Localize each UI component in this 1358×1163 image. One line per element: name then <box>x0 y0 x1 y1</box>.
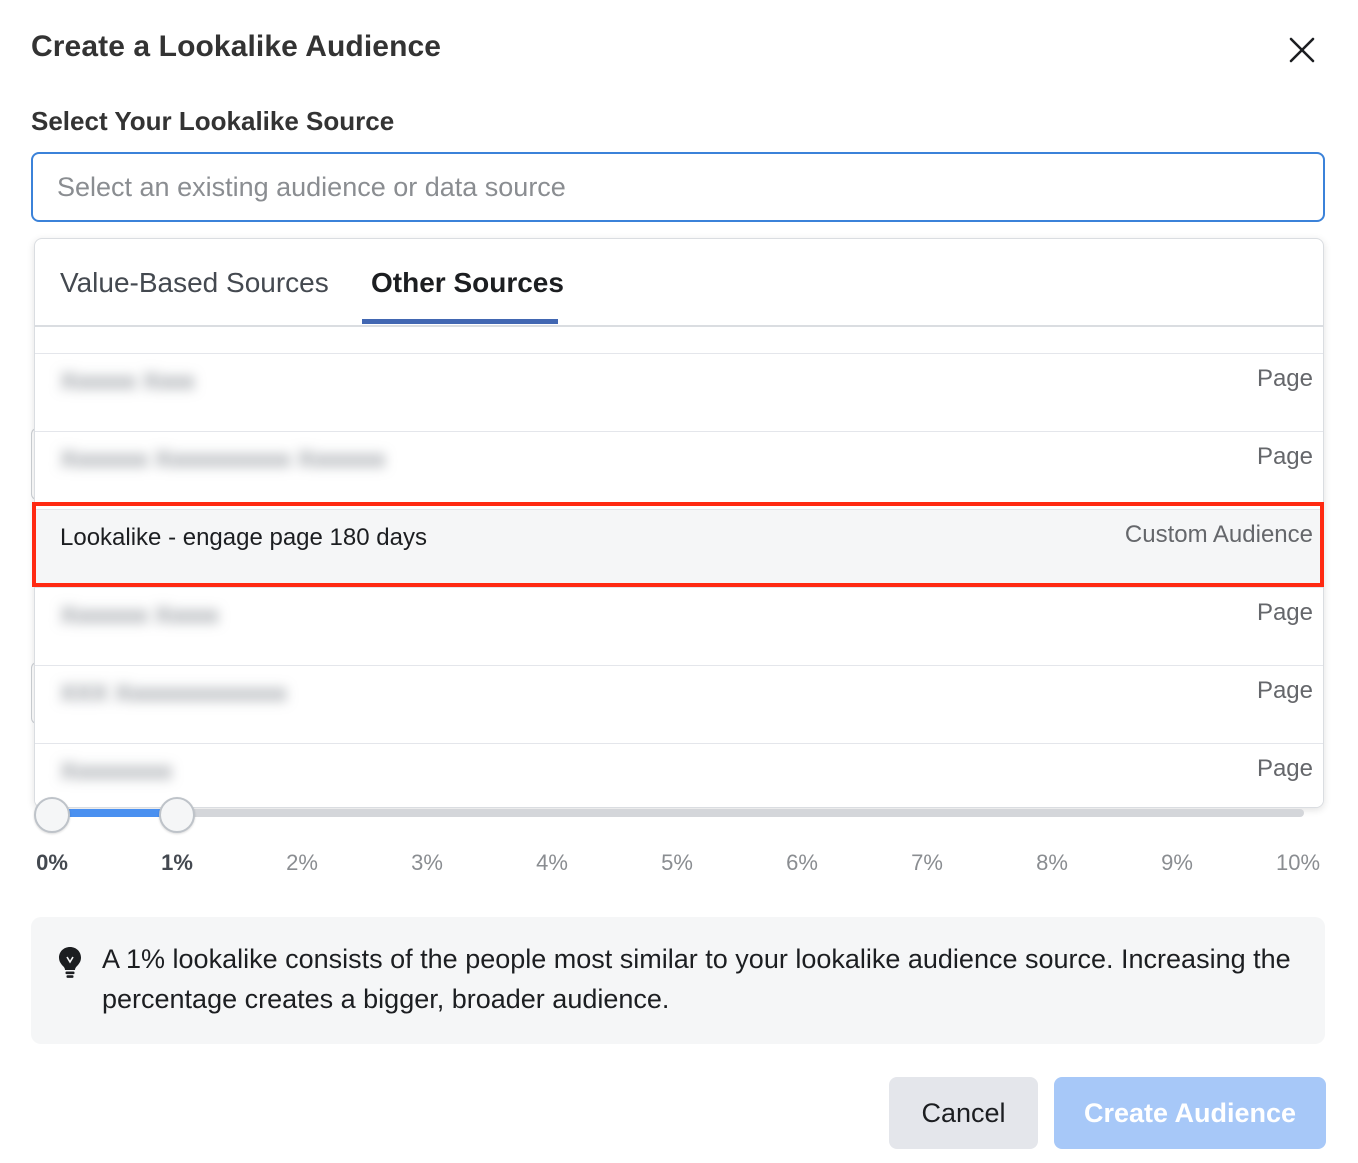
cancel-button[interactable]: Cancel <box>889 1077 1038 1149</box>
source-name-redacted: Xxxxxxxxx <box>60 758 173 785</box>
list-item[interactable]: Xxxxxxxxx Page <box>35 743 1323 807</box>
slider-tick-label: 5% <box>661 850 693 875</box>
lookalike-source-label: Select Your Lookalike Source <box>31 106 395 136</box>
slider-tick-label: 0% <box>36 850 68 875</box>
close-icon <box>1289 37 1315 63</box>
source-tabs: Value-Based Sources Other Sources <box>35 239 1323 327</box>
source-name-redacted: Xxxxxxx Xxxxx <box>60 602 219 629</box>
source-name-redacted: XXX Xxxxxxxxxxxxxx <box>60 680 287 707</box>
tab-other-sources[interactable]: Other Sources <box>371 267 564 299</box>
info-text: A 1% lookalike consists of the people mo… <box>102 944 1291 1014</box>
source-type: Page <box>1256 755 1313 782</box>
source-type: Page <box>1256 365 1313 392</box>
slider-tick-label: 8% <box>1036 850 1068 875</box>
list-item-selected[interactable]: Lookalike - engage page 180 days Custom … <box>35 509 1323 587</box>
slider-tick-label: 6% <box>786 850 818 875</box>
list-item[interactable]: XXX Xxxxxxxxxxxxxx Page <box>35 665 1323 743</box>
source-dropdown: Value-Based Sources Other Sources Xxxxxx… <box>34 238 1324 808</box>
slider-tick-label: 10% <box>1275 850 1321 875</box>
dialog-title: Create a Lookalike Audience <box>31 30 442 63</box>
audience-size-slider-track[interactable] <box>52 809 1304 817</box>
list-item[interactable]: Xxxxxxx Xxxxxxxxxxx Xxxxxxx Page <box>35 431 1323 509</box>
slider-start-handle[interactable] <box>34 797 70 833</box>
source-type: Page <box>1256 677 1313 704</box>
source-type: Page <box>1256 599 1313 626</box>
source-name-redacted: Xxxxxxx Xxxxxxxxxxx Xxxxxxx <box>60 446 386 473</box>
close-button[interactable] <box>1284 32 1320 68</box>
source-name-redacted: Xxxxxx Xxxx <box>60 368 195 395</box>
source-name: Lookalike - engage page 180 days <box>60 524 427 551</box>
list-item[interactable]: Xxxxxxx Xxxxx Page <box>35 587 1323 665</box>
lightbulb-icon <box>59 947 81 978</box>
slider-tick-label: 9% <box>1161 850 1193 875</box>
create-lookalike-dialog: Create a Lookalike Audience Select Your … <box>0 0 1358 1163</box>
lookalike-source-input[interactable] <box>31 152 1325 222</box>
slider-tick-label: 1% <box>161 850 193 875</box>
list-item[interactable]: Xxxxxx Xxxx Page <box>35 353 1323 431</box>
tab-value-based-sources[interactable]: Value-Based Sources <box>60 267 329 299</box>
slider-end-handle[interactable] <box>159 797 195 833</box>
slider-tick-label: 3% <box>411 850 443 875</box>
source-type: Page <box>1256 443 1313 470</box>
info-box: A 1% lookalike consists of the people mo… <box>31 917 1325 1044</box>
slider-tick-label: 7% <box>911 850 943 875</box>
slider-tick-label: 2% <box>286 850 318 875</box>
source-type: Custom Audience <box>1124 521 1313 548</box>
create-audience-button[interactable]: Create Audience <box>1054 1077 1326 1149</box>
active-tab-indicator <box>362 319 558 324</box>
slider-tick-label: 4% <box>536 850 568 875</box>
